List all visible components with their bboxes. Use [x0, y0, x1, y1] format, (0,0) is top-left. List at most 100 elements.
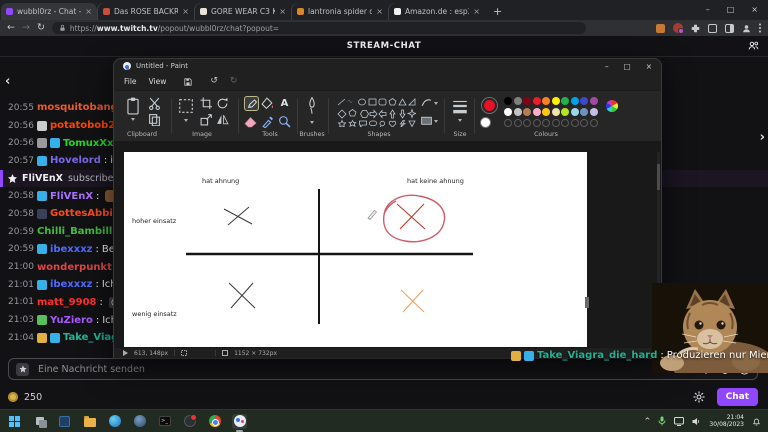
palette-swatch[interactable]	[504, 97, 512, 105]
extension-icon[interactable]	[656, 23, 665, 33]
username[interactable]: ibexxxz	[50, 244, 93, 255]
tab-close-icon[interactable]: ×	[376, 7, 383, 16]
window-minimize-button[interactable]: –	[706, 5, 710, 14]
edge-browser-icon[interactable]	[107, 414, 122, 429]
palette-swatch[interactable]	[580, 97, 588, 105]
community-users-icon[interactable]	[748, 40, 759, 51]
username[interactable]: potatobob23	[50, 120, 122, 131]
palette-swatch[interactable]	[504, 108, 512, 116]
empty-swatch[interactable]	[580, 119, 588, 127]
browser-tab[interactable]: wubbl0rz - Chat - Twitch ×	[1, 3, 97, 20]
new-tab-button[interactable]: +	[493, 6, 502, 17]
chat-identity-badge-button[interactable]	[16, 362, 29, 376]
menu-view[interactable]: View	[149, 77, 167, 86]
magnifier-tool-icon[interactable]	[278, 115, 291, 128]
empty-swatch[interactable]	[504, 119, 512, 127]
palette-swatch[interactable]	[561, 97, 569, 105]
paint-maximize-button[interactable]: □	[624, 62, 631, 71]
paint-taskbar-icon[interactable]	[232, 413, 247, 432]
palette-swatch[interactable]	[532, 97, 541, 105]
browser-menu-icon[interactable]	[759, 27, 761, 29]
forward-button[interactable]: →	[22, 23, 30, 33]
back-button[interactable]: ←	[7, 23, 15, 33]
palette-swatch[interactable]	[513, 108, 522, 116]
notification-bell-icon[interactable]	[752, 417, 761, 426]
palette-swatch[interactable]	[523, 97, 531, 105]
task-view-icon[interactable]	[32, 414, 47, 429]
select-icon[interactable]	[178, 98, 194, 114]
channel-points[interactable]: 250	[8, 392, 42, 403]
terminal-icon[interactable]: >_	[157, 414, 172, 429]
empty-swatch[interactable]	[532, 119, 541, 127]
blue-app-icon[interactable]	[132, 414, 147, 429]
empty-swatch[interactable]	[542, 119, 550, 127]
select-dropdown-chevron[interactable]	[184, 119, 188, 122]
palette-swatch[interactable]	[532, 108, 541, 116]
screen-cast-icon[interactable]	[674, 416, 685, 426]
palette-swatch[interactable]	[589, 97, 598, 105]
username[interactable]: FliVEnX	[50, 191, 93, 202]
empty-swatch[interactable]	[551, 119, 560, 127]
sub-username[interactable]: FliVEnX	[22, 173, 63, 184]
save-icon[interactable]	[184, 77, 192, 86]
menu-file[interactable]: File	[124, 77, 137, 86]
username[interactable]: wonderpunkt	[37, 262, 112, 273]
tab-close-icon[interactable]: ×	[85, 7, 92, 16]
palette-swatch[interactable]	[570, 108, 579, 116]
shape-fill-chevron[interactable]	[434, 120, 438, 123]
shape-fill-icon[interactable]	[420, 114, 433, 127]
colour2-swatch[interactable]	[480, 117, 491, 128]
cut-icon[interactable]	[148, 97, 161, 110]
paint-close-button[interactable]: ×	[646, 62, 652, 71]
paint-minimize-button[interactable]: –	[605, 62, 609, 71]
palette-swatch[interactable]	[561, 108, 569, 116]
side-panel-icon[interactable]	[725, 23, 734, 33]
brushes-dropdown-chevron[interactable]	[310, 121, 314, 124]
empty-swatch[interactable]	[523, 119, 531, 127]
profile-icon[interactable]	[742, 24, 751, 33]
palette-swatch[interactable]	[523, 108, 531, 116]
file-explorer-icon[interactable]	[82, 414, 97, 429]
paste-dropdown-chevron[interactable]	[131, 118, 135, 121]
eraser-tool-icon[interactable]	[244, 115, 257, 128]
tab-close-icon[interactable]: ×	[182, 7, 189, 16]
username[interactable]: YuZiero	[50, 315, 93, 326]
empty-swatch[interactable]	[561, 119, 569, 127]
resize-icon[interactable]	[200, 113, 213, 126]
browser-tab[interactable]: lantronia spider online kaufen | ×	[292, 3, 388, 20]
palette-swatch[interactable]	[551, 108, 560, 116]
edit-colours-wheel-icon[interactable]	[606, 100, 618, 112]
size-dropdown-chevron[interactable]	[458, 119, 462, 122]
window-maximize-button[interactable]: □	[727, 5, 735, 14]
username[interactable]: Hovelord	[50, 155, 101, 166]
empty-swatch[interactable]	[589, 119, 598, 127]
palette-swatch[interactable]	[589, 108, 598, 116]
extensions-puzzle-icon[interactable]	[691, 24, 700, 33]
widgets-app-icon[interactable]	[57, 414, 72, 429]
copy-icon[interactable]	[148, 113, 161, 126]
redo-icon[interactable]: ↻	[230, 77, 238, 86]
username[interactable]: ibexxxz	[50, 279, 93, 290]
collapse-chat-chevron-icon[interactable]: ‹	[5, 74, 10, 89]
reading-list-icon[interactable]	[708, 23, 717, 33]
empty-swatch[interactable]	[513, 119, 522, 127]
tab-close-icon[interactable]: ×	[279, 7, 286, 16]
profile-avatar-icon[interactable]	[673, 23, 684, 34]
username[interactable]: Chilli_Bambilli	[37, 226, 116, 237]
palette-swatch[interactable]	[551, 97, 560, 105]
undo-icon[interactable]: ↺	[210, 77, 218, 86]
canvas-scrollbar-thumb[interactable]	[585, 297, 589, 308]
pencil-tool-selected[interactable]	[244, 96, 259, 111]
palette-swatch[interactable]	[542, 108, 550, 116]
chat-message-input[interactable]	[36, 362, 694, 376]
browser-tab[interactable]: GORE WEAR C3 Kurze Herren F ×	[195, 3, 291, 20]
text-tool-icon[interactable]: A	[278, 97, 291, 110]
tray-expand-chevron-icon[interactable]: ^	[645, 417, 651, 425]
paint-canvas[interactable]: hat ahnung hat keine ahnung hoher einsat…	[124, 152, 587, 350]
app-with-notification-icon[interactable]	[182, 413, 197, 429]
palette-swatch[interactable]	[542, 97, 550, 105]
chrome-icon[interactable]	[207, 414, 222, 429]
empty-swatch[interactable]	[570, 119, 579, 127]
paint-title-bar[interactable]: Untitled - Paint – □ ×	[114, 59, 661, 73]
window-close-button[interactable]: ×	[751, 5, 758, 14]
